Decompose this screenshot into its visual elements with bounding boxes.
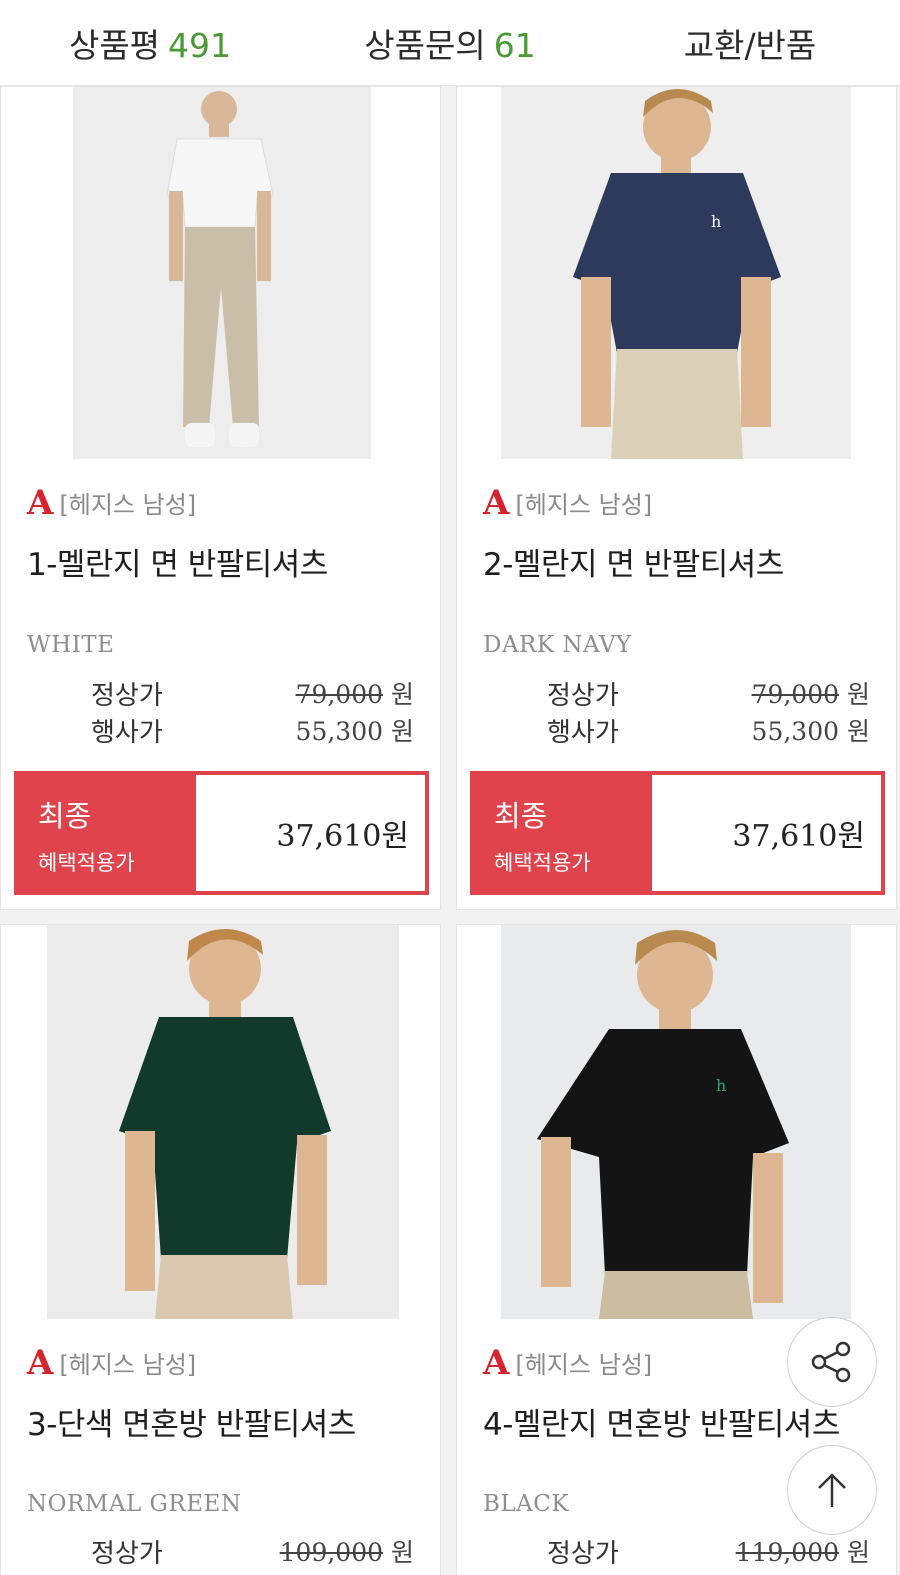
- brand-name: [헤지스 남성]: [59, 1351, 197, 1379]
- product-card[interactable]: A [헤지스 남성] 3-단색 면혼방 반팔티셔츠 NORMAL GREEN 정…: [0, 924, 441, 1575]
- regular-price-label: 정상가: [91, 681, 163, 711]
- sale-price-row: 행사가 55,300 원: [547, 712, 870, 749]
- product-grid: A [헤지스 남성] 1-멜란지 면 반팔티셔츠 WHITE 정상가 79,00…: [0, 86, 900, 1575]
- brand-name: [헤지스 남성]: [59, 491, 197, 519]
- tab-count: 61: [493, 25, 536, 65]
- scroll-top-button[interactable]: [787, 1445, 877, 1535]
- product-title[interactable]: 4-멜란지 면혼방 반팔티셔츠: [483, 1399, 840, 1444]
- regular-price-row: 정상가 79,000 원: [547, 675, 870, 712]
- regular-price: 79,000 원: [295, 680, 414, 709]
- product-color: BLACK: [483, 1491, 570, 1517]
- product-color: NORMAL GREEN: [27, 1491, 242, 1517]
- brand-logo: A: [483, 1342, 510, 1383]
- regular-price-row: 정상가 119,000 원: [547, 1533, 870, 1570]
- product-image[interactable]: h: [501, 925, 851, 1319]
- brand-logo: A: [27, 482, 54, 523]
- tab-reviews[interactable]: 상품평 491: [0, 19, 300, 67]
- final-price-box: 최종 혜택적용가 37,610원: [470, 771, 885, 895]
- final-price-label: 최종 혜택적용가: [474, 775, 652, 891]
- tab-label: 상품문의: [364, 25, 486, 65]
- product-title[interactable]: 3-단색 면혼방 반팔티셔츠: [27, 1399, 356, 1444]
- sale-price-row: 행사가 55,300 원: [91, 712, 414, 749]
- brand-name: [헤지스 남성]: [515, 491, 653, 519]
- regular-price: 119,000 원: [735, 1538, 870, 1567]
- sale-price-label: 행사가: [547, 718, 619, 748]
- tab-exchange-return[interactable]: 교환/반품: [600, 19, 900, 67]
- brand-logo: A: [483, 482, 510, 523]
- final-price: 37,610원: [732, 819, 865, 854]
- product-title[interactable]: 1-멜란지 면 반팔티셔츠: [27, 539, 328, 584]
- brand-row: A [헤지스 남성]: [483, 1345, 652, 1380]
- arrow-up-icon: [818, 1473, 846, 1507]
- product-color: DARK NAVY: [483, 632, 632, 658]
- svg-text:h: h: [716, 1076, 726, 1095]
- brand-row: A [헤지스 남성]: [27, 1345, 196, 1380]
- regular-price: 79,000 원: [751, 680, 870, 709]
- product-color: WHITE: [27, 632, 115, 658]
- product-image[interactable]: [73, 87, 371, 459]
- product-image[interactable]: [47, 925, 399, 1319]
- regular-price: 109,000 원: [279, 1538, 414, 1567]
- final-price-box: 최종 혜택적용가 37,610원: [14, 771, 429, 895]
- svg-text:h: h: [711, 212, 721, 231]
- product-card[interactable]: h A [헤지스 남성] 2-멜란지 면 반팔티셔츠 DARK NAVY 정상가…: [456, 86, 897, 910]
- brand-row: A [헤지스 남성]: [483, 485, 652, 520]
- final-price-label: 최종 혜택적용가: [18, 775, 196, 891]
- product-title[interactable]: 2-멜란지 면 반팔티셔츠: [483, 539, 784, 584]
- brand-row: A [헤지스 남성]: [27, 485, 196, 520]
- tab-label: 교환/반품: [683, 25, 817, 65]
- product-image[interactable]: h: [501, 87, 851, 459]
- regular-price-row: 정상가 109,000 원: [91, 1533, 414, 1570]
- product-tabs: 상품평 491 상품문의 61 교환/반품: [0, 0, 900, 86]
- sale-price: 55,300 원: [751, 717, 870, 746]
- regular-price-label: 정상가: [547, 1539, 619, 1569]
- share-icon: [811, 1341, 851, 1383]
- sale-price-label: 행사가: [91, 718, 163, 748]
- final-price: 37,610원: [276, 819, 409, 854]
- brand-logo: A: [27, 1342, 54, 1383]
- tab-inquiries[interactable]: 상품문의 61: [300, 19, 600, 67]
- regular-price-row: 정상가 79,000 원: [91, 675, 414, 712]
- tab-count: 491: [168, 25, 232, 65]
- tab-label: 상품평: [68, 25, 161, 65]
- regular-price-label: 정상가: [547, 681, 619, 711]
- sale-price: 55,300 원: [295, 717, 414, 746]
- regular-price-label: 정상가: [91, 1539, 163, 1569]
- share-button[interactable]: [787, 1317, 877, 1407]
- product-card[interactable]: A [헤지스 남성] 1-멜란지 면 반팔티셔츠 WHITE 정상가 79,00…: [0, 86, 441, 910]
- brand-name: [헤지스 남성]: [515, 1351, 653, 1379]
